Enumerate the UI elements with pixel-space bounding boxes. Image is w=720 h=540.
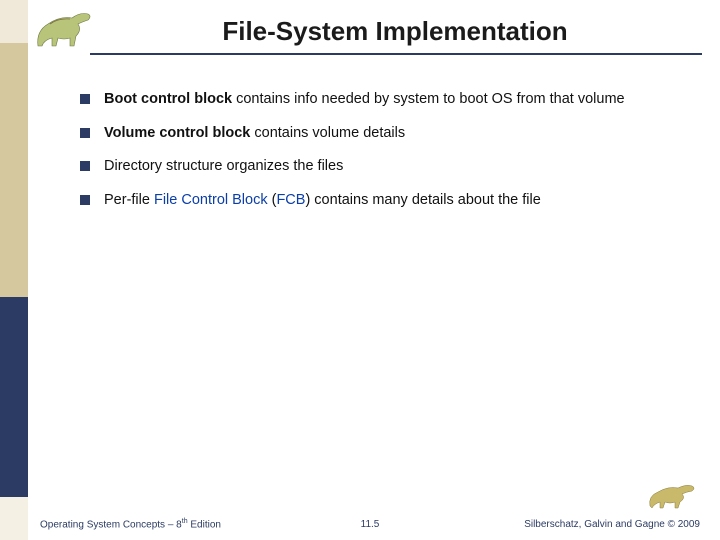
list-item: Volume control block contains volume det… <box>80 124 690 144</box>
list-item: Boot control block contains info needed … <box>80 90 690 110</box>
bullet-text: Volume control block contains volume det… <box>104 124 405 144</box>
text-run: contains volume details <box>254 125 405 141</box>
bullet-list: Boot control block contains info needed … <box>80 90 690 224</box>
dinosaur-icon-top <box>30 6 100 54</box>
text-run: ) contains many details about the file <box>305 192 540 208</box>
bullet-text: Per-file File Control Block (FCB) contai… <box>104 191 541 211</box>
bullet-text: Directory structure organizes the files <box>104 157 343 177</box>
slide-footer: Operating System Concepts – 8th Edition … <box>40 518 700 530</box>
text-run: Directory structure organizes the files <box>104 158 343 174</box>
slide-title: File-System Implementation <box>100 16 690 53</box>
list-item: Directory structure organizes the files <box>80 157 690 177</box>
text-run: Edition <box>188 519 221 530</box>
bullet-text: Boot control block contains info needed … <box>104 90 625 110</box>
bullet-square-icon <box>80 195 90 205</box>
title-block: File-System Implementation <box>100 16 690 55</box>
bold-term: Boot control block <box>104 91 236 107</box>
footer-left: Operating System Concepts – 8th Edition <box>40 518 221 530</box>
text-run: Operating System Concepts – 8 <box>40 519 182 530</box>
text-run: Per-file <box>104 192 154 208</box>
text-run: contains info needed by system to boot O… <box>236 91 624 107</box>
footer-page-number: 11.5 <box>361 519 380 530</box>
link-text: FCB <box>276 192 305 208</box>
dinosaur-icon-bottom <box>646 478 702 512</box>
list-item: Per-file File Control Block (FCB) contai… <box>80 191 690 211</box>
bullet-square-icon <box>80 94 90 104</box>
bullet-square-icon <box>80 161 90 171</box>
title-rule <box>90 53 702 55</box>
sidebar-accent <box>0 0 28 540</box>
link-text: File Control Block <box>154 192 268 208</box>
bullet-square-icon <box>80 128 90 138</box>
bold-term: Volume control block <box>104 125 254 141</box>
footer-right: Silberschatz, Galvin and Gagne © 2009 <box>524 519 700 530</box>
